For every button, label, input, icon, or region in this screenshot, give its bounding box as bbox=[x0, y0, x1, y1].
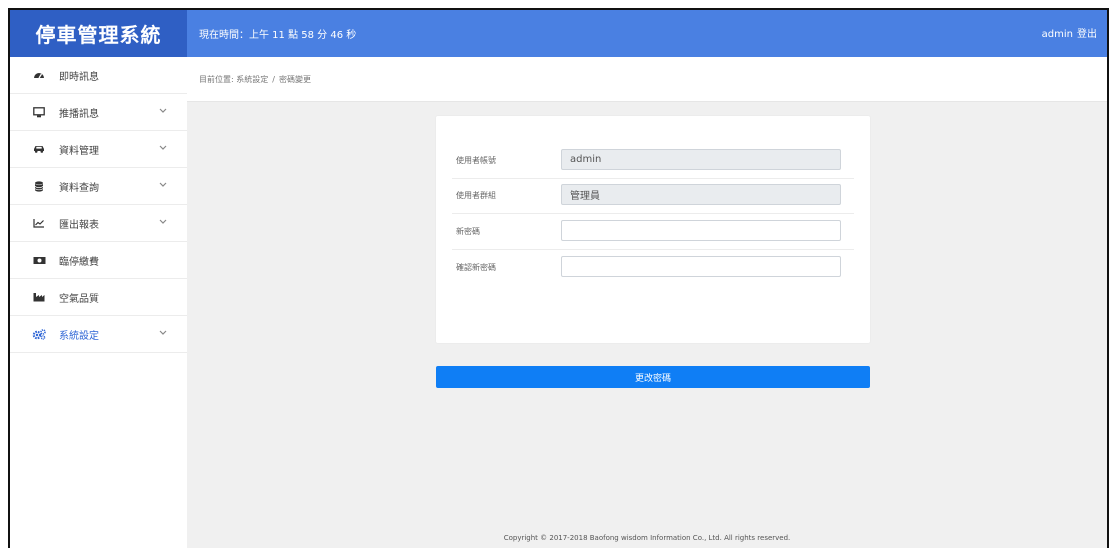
change-password-button[interactable]: 更改密碼 bbox=[436, 366, 870, 388]
sidebar-item-label: 資料查詢 bbox=[59, 182, 99, 194]
new-password-field[interactable] bbox=[561, 220, 841, 241]
username: admin bbox=[1041, 29, 1073, 40]
cogs-icon bbox=[32, 328, 46, 340]
breadcrumb: 目前位置: 系統設定 / 密碼變更 bbox=[187, 57, 1107, 102]
password-form-card: 使用者帳號 使用者群組 新密碼 確認新密碼 bbox=[436, 116, 870, 343]
user-area: admin 登出 bbox=[1042, 25, 1097, 40]
sidebar-item-label: 臨停繳費 bbox=[59, 256, 99, 268]
sidebar-item-label: 空氣品質 bbox=[59, 293, 99, 305]
confirm-password-field[interactable] bbox=[561, 256, 841, 277]
sidebar-item-push[interactable]: 推播訊息 bbox=[10, 94, 187, 131]
app-title: 停車管理系統 bbox=[10, 10, 187, 57]
sidebar-item-label: 匯出報表 bbox=[59, 219, 99, 231]
account-field bbox=[561, 149, 841, 170]
form-row-group: 使用者群組 bbox=[452, 178, 854, 214]
group-field bbox=[561, 184, 841, 205]
chevron-down-icon bbox=[159, 328, 167, 339]
main-content: 目前位置: 系統設定 /密碼變更 使用者帳號 使用者群組 新密碼 確認新密碼 更改… bbox=[187, 57, 1107, 548]
form-row-account: 使用者帳號 bbox=[452, 143, 854, 179]
sidebar-item-label: 系統設定 bbox=[59, 330, 99, 342]
chevron-down-icon bbox=[159, 180, 167, 191]
logout-link[interactable]: 登出 bbox=[1077, 29, 1097, 40]
dashboard-icon bbox=[32, 70, 46, 80]
breadcrumb-separator: / bbox=[272, 74, 275, 84]
sidebar-item-system-settings[interactable]: 系統設定 bbox=[10, 316, 187, 353]
form-row-new-password: 新密碼 bbox=[452, 214, 854, 250]
car-icon bbox=[32, 144, 46, 154]
current-time: 現在時間：上午 11 點 58 分 46 秒 bbox=[199, 30, 357, 41]
sidebar-item-label: 即時訊息 bbox=[59, 71, 99, 83]
sidebar-item-export[interactable]: 匯出報表 bbox=[10, 205, 187, 242]
chevron-down-icon bbox=[159, 217, 167, 228]
monitor-icon bbox=[32, 106, 46, 118]
industry-icon bbox=[32, 292, 46, 302]
database-icon bbox=[32, 180, 46, 192]
breadcrumb-current: 密碼變更 bbox=[278, 74, 311, 84]
chevron-down-icon bbox=[159, 106, 167, 117]
line-chart-icon bbox=[32, 218, 46, 228]
sidebar-item-label: 資料管理 bbox=[59, 145, 99, 157]
sidebar-item-air-quality[interactable]: 空氣品質 bbox=[10, 279, 187, 316]
breadcrumb-prefix: 目前位置: bbox=[199, 74, 234, 84]
sidebar-item-data-manage[interactable]: 資料管理 bbox=[10, 131, 187, 168]
field-label: 使用者帳號 bbox=[456, 156, 496, 165]
sidebar-item-data-query[interactable]: 資料查詢 bbox=[10, 168, 187, 205]
breadcrumb-section[interactable]: 系統設定 bbox=[236, 74, 268, 85]
sidebar-item-label: 推播訊息 bbox=[59, 108, 99, 120]
chevron-down-icon bbox=[159, 143, 167, 154]
top-bar: 現在時間：上午 11 點 58 分 46 秒 admin 登出 bbox=[187, 10, 1107, 57]
footer-copyright: Copyright © 2017-2018 Baofong wisdom Inf… bbox=[503, 534, 791, 542]
sidebar: 即時訊息 推播訊息 資料管理 資料查詢 匯出報表 臨停繳費 空氣品質 系統設定 bbox=[10, 57, 188, 548]
sidebar-item-realtime[interactable]: 即時訊息 bbox=[10, 57, 187, 94]
field-label: 新密碼 bbox=[456, 227, 480, 236]
form-row-confirm-password: 確認新密碼 bbox=[452, 250, 854, 285]
money-icon bbox=[32, 256, 46, 265]
app-frame: 停車管理系統 現在時間：上午 11 點 58 分 46 秒 admin 登出 即時… bbox=[8, 8, 1109, 548]
sidebar-item-parking-fee[interactable]: 臨停繳費 bbox=[10, 242, 187, 279]
field-label: 確認新密碼 bbox=[456, 263, 496, 272]
field-label: 使用者群組 bbox=[456, 191, 496, 200]
